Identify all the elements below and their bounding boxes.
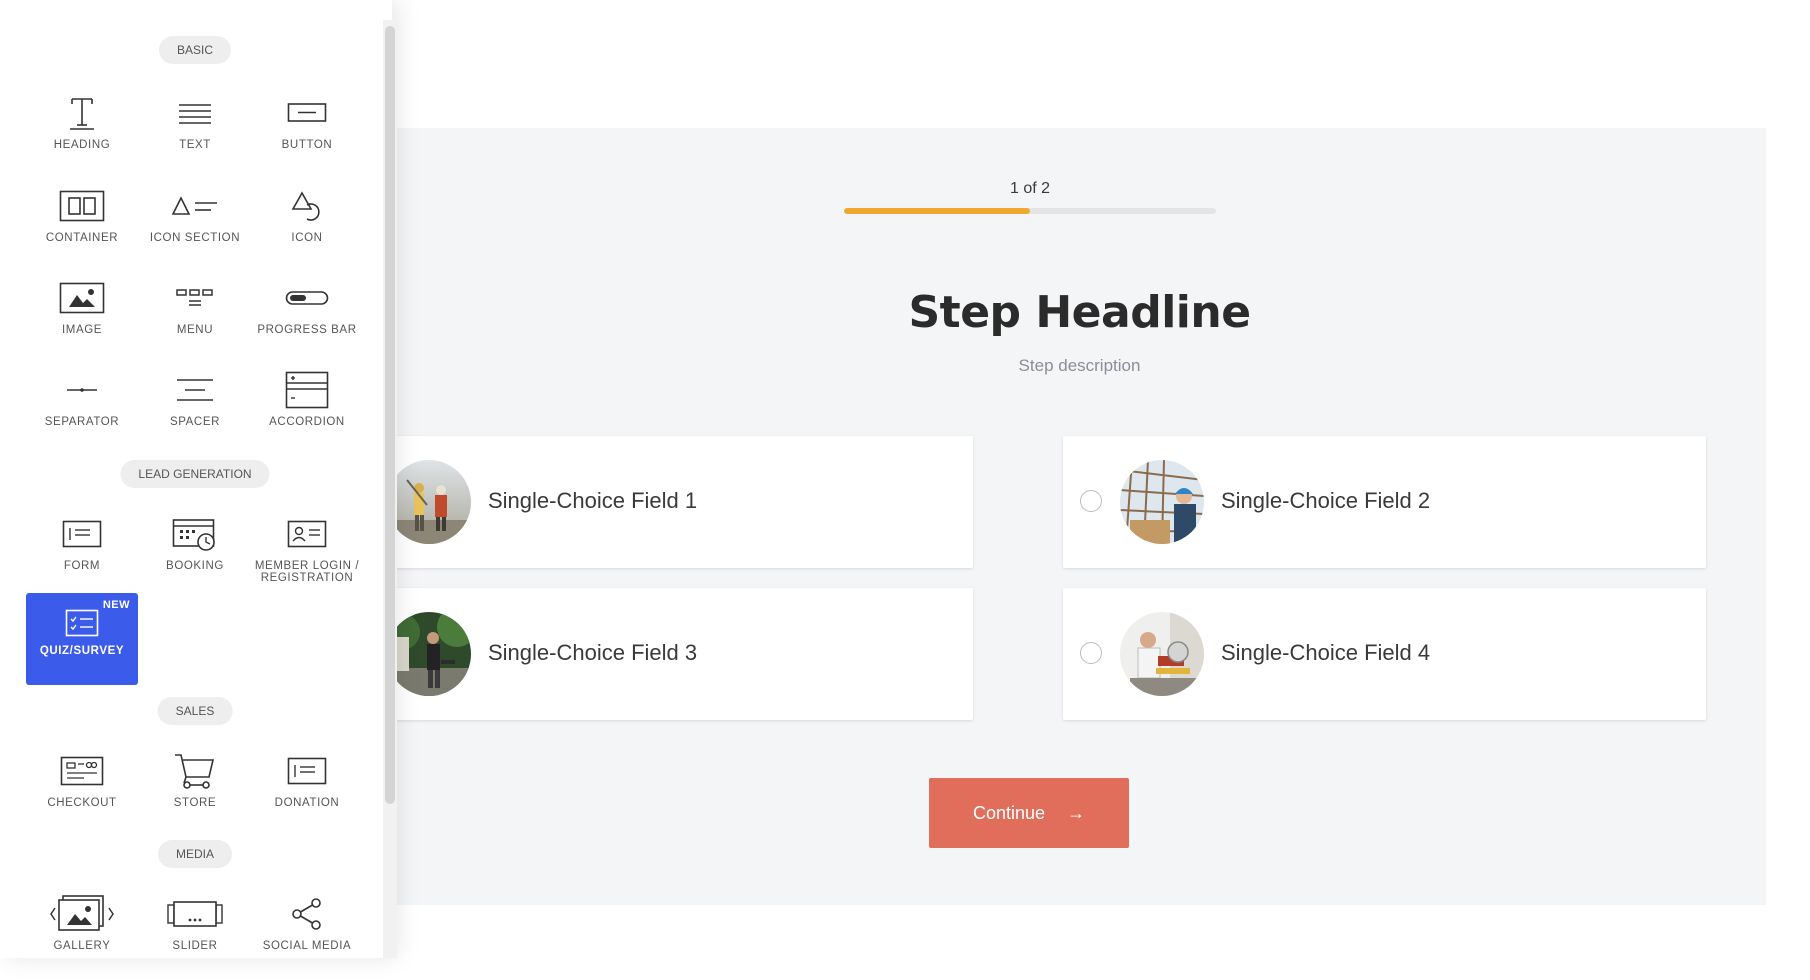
tool-quiz-survey[interactable]: NEW QUIZ/SURVEY [26,593,138,685]
tool-progress-bar[interactable]: PROGRESS BAR [251,272,363,364]
calendar-clock-icon [139,512,251,556]
tool-store[interactable]: STORE [139,745,251,837]
arrow-right-icon: → [1067,802,1086,823]
choice-label-3: Single-Choice Field 3 [488,640,698,665]
section-sales: SALES [157,697,233,725]
continue-label: Continue [972,802,1046,823]
choice-card-1[interactable]: Single-Choice Field 1 [330,436,973,568]
quiz-icon [26,601,138,645]
shapes-icon [251,184,363,228]
choice-card-3[interactable]: Single-Choice Field 3 [330,588,973,720]
choice-photo-3 [387,612,471,696]
tool-button[interactable]: BUTTON [251,87,363,179]
form-icon [26,512,138,556]
share-icon [251,892,363,936]
choice-photo-4 [1120,612,1204,696]
container-icon [26,184,138,228]
tool-text[interactable]: TEXT [139,87,251,179]
choice-radio-4[interactable] [1080,642,1102,664]
tool-donation[interactable]: DONATION [251,745,363,837]
heading-icon [26,91,138,135]
choice-label-2: Single-Choice Field 2 [1221,488,1431,513]
tool-form[interactable]: FORM [26,508,138,600]
text-icon [139,91,251,135]
progress-bar-icon [251,276,363,320]
spacer-icon [139,368,251,412]
accordion-icon [251,368,363,412]
quiz-progress: 1 of 2 [844,180,1216,214]
progress-track [844,208,1216,214]
id-card-icon [251,512,363,556]
step-description[interactable]: Step description [393,356,1766,376]
tool-image[interactable]: IMAGE [26,272,138,364]
separator-icon [26,368,138,412]
tool-checkout[interactable]: CHECKOUT [26,745,138,837]
choice-card-2[interactable]: Single-Choice Field 2 [1063,436,1706,568]
tool-heading[interactable]: HEADING [26,87,138,179]
cart-icon [139,749,251,793]
button-icon [251,91,363,135]
step-headline[interactable]: Step Headline [393,287,1766,338]
gallery-icon [26,892,138,936]
tool-container[interactable]: CONTAINER [26,180,138,272]
progress-label: 1 of 2 [1009,180,1051,197]
choice-label-1: Single-Choice Field 1 [488,488,698,513]
tool-member-login[interactable]: MEMBER LOGIN / REGISTRATION [251,508,363,600]
slider-icon [139,892,251,936]
checkout-icon [26,749,138,793]
choice-photo-2 [1120,460,1204,544]
tool-booking[interactable]: BOOKING [139,508,251,600]
icon-section-icon [139,184,251,228]
continue-button[interactable]: Continue → [929,778,1129,848]
choice-label-4: Single-Choice Field 4 [1221,640,1431,665]
choice-photo-1 [387,460,471,544]
image-icon [26,276,138,320]
donation-icon [251,749,363,793]
tool-gallery[interactable]: GALLERY [26,888,138,980]
menu-icon [139,276,251,320]
choice-card-4[interactable]: Single-Choice Field 4 [1063,588,1706,720]
tool-icon[interactable]: ICON [251,180,363,272]
tool-separator[interactable]: SEPARATOR [26,364,138,456]
choice-radio-2[interactable] [1080,490,1102,512]
progress-fill [844,208,1030,214]
element-sidebar: BASIC HEADING TEXT BUTTON CONTAINER ICON… [0,0,392,958]
tool-spacer[interactable]: SPACER [139,364,251,456]
tool-slider[interactable]: SLIDER [139,888,251,980]
section-media: MEDIA [157,840,233,868]
section-lead-generation: LEAD GENERATION [120,460,270,488]
tool-social-media[interactable]: SOCIAL MEDIA [251,888,363,980]
section-basic: BASIC [158,36,232,64]
sidebar-scrollbar-thumb[interactable] [385,26,395,804]
tool-accordion[interactable]: ACCORDION [251,364,363,456]
tool-icon-section[interactable]: ICON SECTION [139,180,251,272]
tool-menu[interactable]: MENU [139,272,251,364]
